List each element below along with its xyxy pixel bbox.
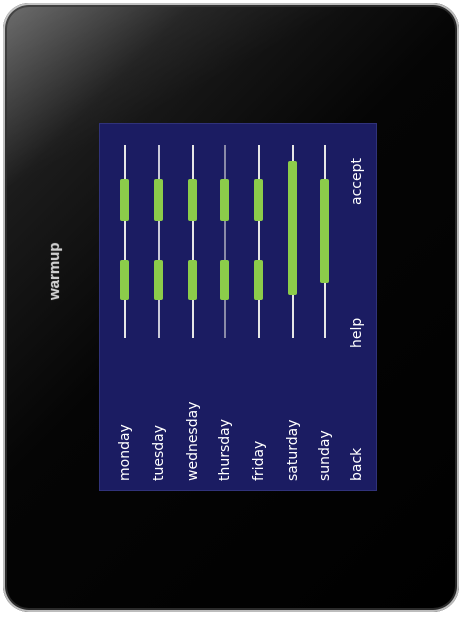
help-button-label[interactable]: help — [349, 318, 365, 348]
day-label-monday[interactable]: monday — [117, 424, 133, 481]
day-label-wednesday[interactable]: wednesday — [185, 402, 201, 481]
heating-period-wednesday-1[interactable] — [188, 179, 197, 221]
day-label-thursday[interactable]: thursday — [217, 419, 233, 481]
heating-period-wednesday-2[interactable] — [188, 260, 197, 300]
day-label-saturday[interactable]: saturday — [285, 420, 301, 482]
day-label-sunday[interactable]: sunday — [317, 430, 333, 481]
heating-period-friday-2[interactable] — [254, 260, 263, 300]
day-label-tuesday[interactable]: tuesday — [151, 425, 167, 481]
heating-period-friday-1[interactable] — [254, 179, 263, 221]
day-label-friday[interactable]: friday — [251, 441, 267, 481]
heating-period-thursday-1[interactable] — [220, 179, 229, 221]
day-timeline-thursday[interactable] — [224, 145, 226, 338]
heating-period-tuesday-2[interactable] — [154, 260, 163, 300]
heating-period-tuesday-1[interactable] — [154, 179, 163, 221]
heating-period-sunday-1[interactable] — [320, 179, 329, 283]
brand-logo-text: warmup — [46, 242, 63, 300]
heating-period-saturday-1[interactable] — [288, 161, 297, 295]
heating-period-thursday-2[interactable] — [220, 260, 229, 300]
heating-period-monday-2[interactable] — [120, 260, 129, 300]
back-button-label[interactable]: back — [349, 448, 365, 481]
accept-button-label[interactable]: accept — [349, 158, 365, 205]
schedule-screen: monday tuesday wednesday thursday friday… — [99, 123, 377, 491]
day-timeline-wednesday[interactable] — [192, 145, 194, 338]
heating-period-monday-1[interactable] — [120, 179, 129, 221]
day-timeline-friday[interactable] — [258, 145, 260, 338]
day-timeline-tuesday[interactable] — [158, 145, 160, 338]
day-timeline-monday[interactable] — [124, 145, 126, 338]
